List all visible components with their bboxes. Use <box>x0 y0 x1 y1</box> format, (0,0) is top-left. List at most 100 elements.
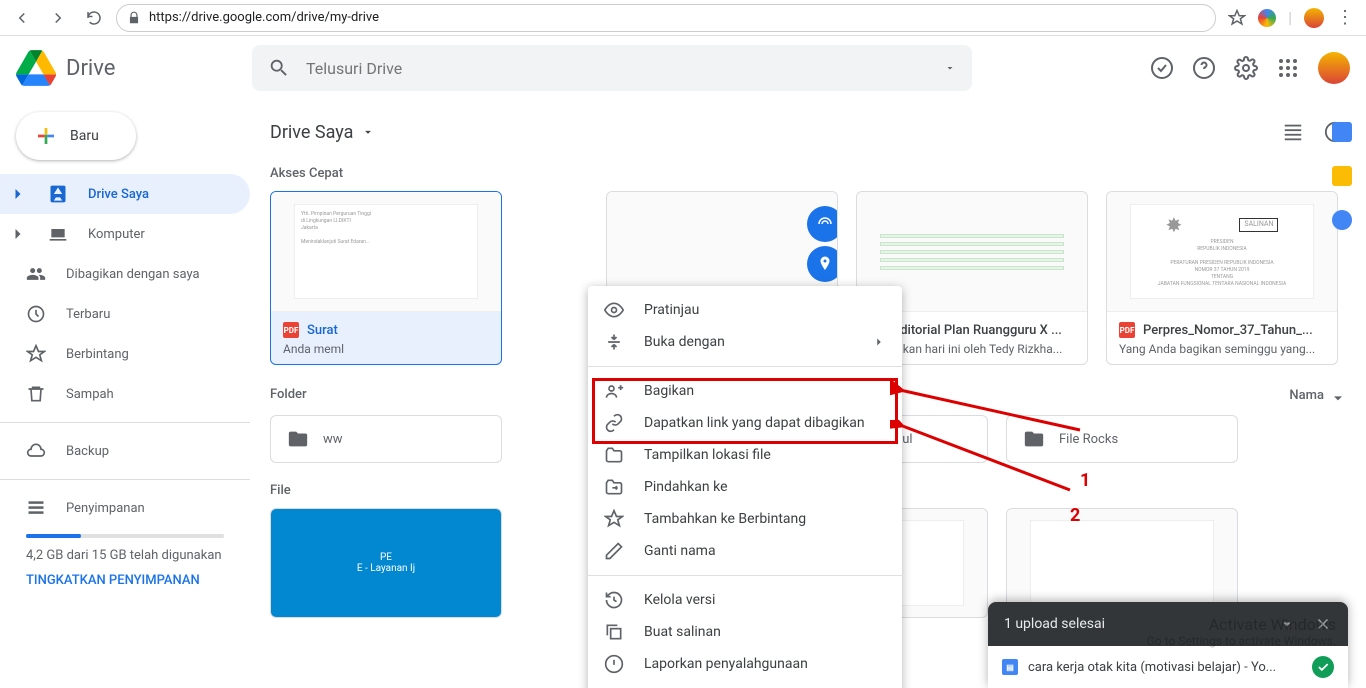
upload-file-name: cara kerja otak kita (motivasi belajar) … <box>1028 660 1276 675</box>
browser-right-controls: | ⋮ <box>1224 7 1358 28</box>
content-area: Drive Saya Akses Cepat Yth. Pimpinan Per… <box>250 100 1366 688</box>
quick-card-0[interactable]: Yth. Pimpinan Perguruan Tinggidi Lingkun… <box>270 191 502 365</box>
folder-card-0[interactable]: ww <box>270 415 502 463</box>
address-bar[interactable]: https://drive.google.com/drive/my-drive <box>116 4 1216 32</box>
sidebar-item-recent[interactable]: Terbaru <box>0 294 250 334</box>
sidebar-item-backup[interactable]: Backup <box>0 431 250 471</box>
storage-icon <box>26 498 46 518</box>
extension-icon[interactable] <box>1258 9 1276 27</box>
context-menu: Pratinjau Buka dengan Bagikan Dapatkan l… <box>588 286 902 688</box>
user-avatar[interactable] <box>1318 52 1350 84</box>
sort-arrow-icon <box>1330 387 1346 403</box>
ctx-report-abuse[interactable]: Laporkan penyalahgunaan <box>588 648 902 680</box>
browser-forward-button[interactable] <box>44 4 72 32</box>
file-title: Perpres_Nomor_37_Tahun_... <box>1143 323 1313 338</box>
plus-icon <box>34 124 58 148</box>
side-panel <box>1318 100 1366 230</box>
sidebar-item-starred[interactable]: Berbintang <box>0 334 250 374</box>
star-icon <box>26 344 46 364</box>
upload-toast-header: 1 upload selesai <box>988 602 1348 646</box>
ctx-preview[interactable]: Pratinjau <box>588 294 902 326</box>
chrome-profile-avatar[interactable] <box>1304 8 1324 28</box>
breadcrumb-title[interactable]: Drive Saya <box>270 122 375 143</box>
doc-icon: ▤ <box>1002 659 1018 675</box>
ready-offline-icon[interactable] <box>1150 56 1174 80</box>
drive-header: Drive <box>0 36 1366 100</box>
folder-icon <box>287 428 309 450</box>
upload-toast-body[interactable]: ▤ cara kerja otak kita (motivasi belajar… <box>988 646 1348 688</box>
collapse-icon[interactable] <box>1278 615 1296 633</box>
ctx-rename[interactable]: Ganti nama <box>588 535 902 567</box>
search-dropdown-icon[interactable] <box>944 62 956 74</box>
ctx-add-star[interactable]: Tambahkan ke Berbintang <box>588 503 902 535</box>
breadcrumb-bar: Drive Saya <box>270 108 1346 156</box>
check-icon <box>1312 656 1334 678</box>
computers-icon <box>48 224 68 244</box>
expand-arrow-icon <box>8 224 28 244</box>
file-card-0[interactable]: PEE - Layanan Ij <box>270 508 502 618</box>
ctx-make-copy[interactable]: Buat salinan <box>588 616 902 648</box>
browser-chrome: https://drive.google.com/drive/my-drive … <box>0 0 1366 36</box>
upload-status-text: 1 upload selesai <box>1004 616 1105 632</box>
sidebar-item-label: Berbintang <box>66 347 129 362</box>
chevron-down-icon <box>361 125 375 139</box>
keep-app-icon[interactable] <box>1332 166 1352 186</box>
sidebar-item-label: Komputer <box>88 227 145 242</box>
pdf-icon: PDF <box>1119 322 1135 338</box>
file-meta: Anda meml <box>283 342 489 356</box>
file-meta: Yang Anda bagikan seminggu yang... <box>1119 342 1325 356</box>
sidebar-item-computers[interactable]: Komputer <box>0 214 250 254</box>
ctx-move-to[interactable]: Pindahkan ke <box>588 471 902 503</box>
breadcrumb-text: Drive Saya <box>270 122 353 143</box>
ctx-download[interactable]: Download <box>588 680 902 688</box>
folder-icon <box>1023 428 1045 450</box>
ctx-show-location[interactable]: Tampilkan lokasi file <box>588 439 902 471</box>
help-icon[interactable] <box>1192 56 1216 80</box>
sidebar-item-my-drive[interactable]: Drive Saya <box>0 174 250 214</box>
pdf-icon: PDF <box>283 322 299 338</box>
calendar-app-icon[interactable] <box>1332 122 1352 142</box>
chrome-menu-button[interactable]: ⋮ <box>1336 7 1354 28</box>
sidebar-item-label: Penyimpanan <box>66 501 145 516</box>
quick-card-3[interactable]: ✸SALINAN PRESIDENREPUBLIK INDONESIA PERA… <box>1106 191 1338 365</box>
backup-icon <box>26 441 46 461</box>
ctx-get-link[interactable]: Dapatkan link yang dapat dibagikan <box>588 407 902 439</box>
folder-card-2[interactable]: File Rocks <box>1006 415 1238 463</box>
storage-text: 4,2 GB dari 15 GB telah digunakan <box>26 548 224 563</box>
upgrade-storage-link[interactable]: TINGKATKAN PENYIMPANAN <box>26 573 224 588</box>
sidebar-item-label: Sampah <box>66 387 114 402</box>
tasks-app-icon[interactable] <box>1332 210 1352 230</box>
close-icon[interactable] <box>1314 615 1332 633</box>
upload-toast: 1 upload selesai ▤ cara kerja otak kita … <box>988 602 1348 688</box>
folder-name: ww <box>323 432 343 447</box>
browser-reload-button[interactable] <box>80 4 108 32</box>
shared-icon <box>26 264 46 284</box>
sidebar-item-storage[interactable]: Penyimpanan <box>0 488 250 528</box>
folder-name: File Rocks <box>1059 432 1118 447</box>
drive-logo-text: Drive <box>66 56 115 81</box>
file-title: Surat <box>307 323 338 338</box>
storage-block: 4,2 GB dari 15 GB telah digunakan TINGKA… <box>0 528 250 594</box>
search-bar[interactable] <box>252 45 972 91</box>
sidebar-item-trash[interactable]: Sampah <box>0 374 250 414</box>
list-view-icon[interactable] <box>1282 121 1304 143</box>
bookmark-star-icon[interactable] <box>1228 9 1246 27</box>
new-button[interactable]: Baru <box>16 112 136 160</box>
trash-icon <box>26 384 46 404</box>
ctx-manage-versions[interactable]: Kelola versi <box>588 584 902 616</box>
drive-logo[interactable]: Drive <box>16 50 240 86</box>
sidebar-item-label: Backup <box>66 444 109 459</box>
ctx-open-with[interactable]: Buka dengan <box>588 326 902 358</box>
storage-progress-bar <box>26 534 224 538</box>
sidebar-item-shared[interactable]: Dibagikan dengan saya <box>0 254 250 294</box>
expand-arrow-icon <box>8 184 28 204</box>
search-input[interactable] <box>306 59 928 78</box>
browser-back-button[interactable] <box>8 4 36 32</box>
header-right <box>1150 52 1350 84</box>
ctx-share[interactable]: Bagikan <box>588 375 902 407</box>
my-drive-icon <box>48 184 68 204</box>
search-icon <box>268 57 290 79</box>
settings-gear-icon[interactable] <box>1234 56 1258 80</box>
apps-grid-icon[interactable] <box>1276 56 1300 80</box>
sort-control[interactable]: Nama <box>1289 387 1346 403</box>
